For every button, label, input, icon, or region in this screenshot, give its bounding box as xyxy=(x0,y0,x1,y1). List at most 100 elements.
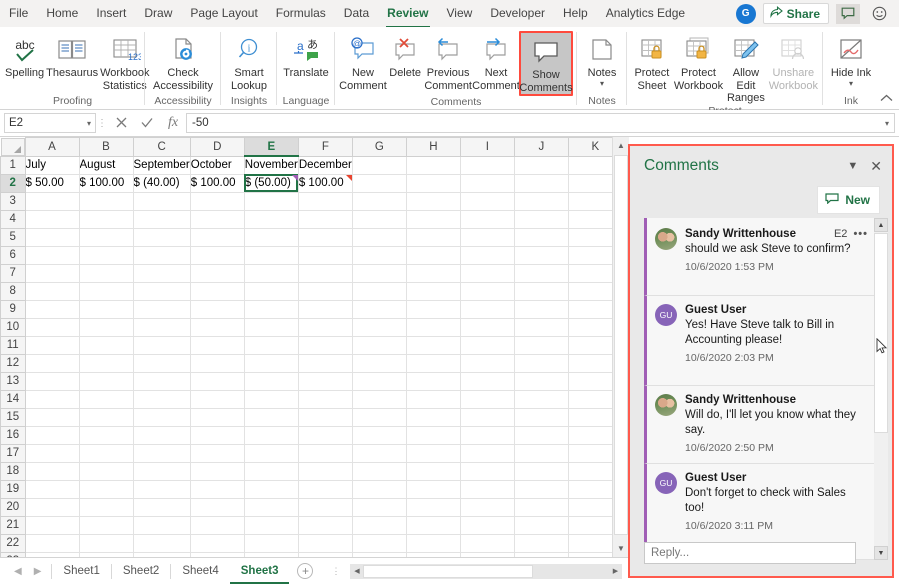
cell-b11[interactable] xyxy=(79,336,134,355)
cell-f3[interactable] xyxy=(298,192,353,211)
notes-chevron-down-icon[interactable]: ▾ xyxy=(600,79,604,88)
cell-d16[interactable] xyxy=(190,426,245,445)
column-header-f[interactable]: F xyxy=(297,137,353,157)
check-accessibility-button[interactable]: Check Accessibility xyxy=(149,31,217,92)
show-comments-button[interactable]: Show Comments xyxy=(519,31,573,96)
cell-j17[interactable] xyxy=(514,444,569,463)
cell-f11[interactable] xyxy=(298,336,353,355)
cancel-entry-button[interactable] xyxy=(108,116,134,131)
formula-input[interactable]: -50 ▾ xyxy=(186,113,895,133)
cell-d10[interactable] xyxy=(190,318,245,337)
cell-i7[interactable] xyxy=(460,264,515,283)
sheet-prev-arrow-icon[interactable]: ◀ xyxy=(14,566,22,577)
ribbon-tab-help[interactable]: Help xyxy=(554,0,597,27)
cell-i9[interactable] xyxy=(460,300,515,319)
cell-c18[interactable] xyxy=(133,462,191,481)
cell-c20[interactable] xyxy=(133,498,191,517)
formula-bar-handle[interactable]: ⋮ xyxy=(96,118,108,129)
cell-e20[interactable] xyxy=(244,498,299,517)
share-button[interactable]: Share xyxy=(762,3,829,24)
cell-h14[interactable] xyxy=(406,390,461,409)
cell-e4[interactable] xyxy=(244,210,299,229)
cell-h2[interactable] xyxy=(406,174,461,193)
sheet-tab-sheet2[interactable]: Sheet2 xyxy=(112,558,170,584)
cell-f17[interactable] xyxy=(298,444,353,463)
scroll-down-arrow-icon[interactable]: ▼ xyxy=(613,540,629,557)
cell-c13[interactable] xyxy=(133,372,191,391)
cell-a6[interactable] xyxy=(25,246,80,265)
cell-b15[interactable] xyxy=(79,408,134,427)
feedback-smiley-icon[interactable] xyxy=(867,4,891,24)
cell-d6[interactable] xyxy=(190,246,245,265)
cell-b7[interactable] xyxy=(79,264,134,283)
cell-i11[interactable] xyxy=(460,336,515,355)
cell-e18[interactable] xyxy=(244,462,299,481)
cell-i16[interactable] xyxy=(460,426,515,445)
cell-e12[interactable] xyxy=(244,354,299,373)
ribbon-tab-draw[interactable]: Draw xyxy=(135,0,181,27)
row-header-22[interactable]: 22 xyxy=(0,533,26,553)
cell-c7[interactable] xyxy=(133,264,191,283)
cell-f12[interactable] xyxy=(298,354,353,373)
cell-c5[interactable] xyxy=(133,228,191,247)
cell-i3[interactable] xyxy=(460,192,515,211)
cell-h21[interactable] xyxy=(406,516,461,535)
cell-b13[interactable] xyxy=(79,372,134,391)
cell-g16[interactable] xyxy=(352,426,407,445)
hide-ink-chevron-down-icon[interactable]: ▾ xyxy=(849,79,853,88)
ribbon-tab-review[interactable]: Review xyxy=(378,0,437,28)
cell-j21[interactable] xyxy=(514,516,569,535)
cell-c8[interactable] xyxy=(133,282,191,301)
cell-i20[interactable] xyxy=(460,498,515,517)
cell-j4[interactable] xyxy=(514,210,569,229)
cell-g19[interactable] xyxy=(352,480,407,499)
horizontal-scrollbar[interactable]: ◀ ▶ xyxy=(350,563,622,579)
cell-g10[interactable] xyxy=(352,318,407,337)
cell-e8[interactable] xyxy=(244,282,299,301)
cell-c1[interactable]: September xyxy=(133,156,191,175)
cell-e10[interactable] xyxy=(244,318,299,337)
ribbon-tab-insert[interactable]: Insert xyxy=(87,0,135,27)
cell-h8[interactable] xyxy=(406,282,461,301)
cell-b19[interactable] xyxy=(79,480,134,499)
select-all-corner[interactable] xyxy=(0,137,25,156)
spreadsheet-grid[interactable]: A B C D E F G H I J K 1 July August Sept… xyxy=(0,137,628,557)
cell-d2[interactable]: $ 100.00 xyxy=(190,174,245,193)
cell-c10[interactable] xyxy=(133,318,191,337)
cell-j19[interactable] xyxy=(514,480,569,499)
cell-i18[interactable] xyxy=(460,462,515,481)
next-comment-button[interactable]: Next Comment xyxy=(472,31,520,92)
cell-b22[interactable] xyxy=(79,534,134,553)
comments-pane-close-icon[interactable]: ✕ xyxy=(870,158,882,175)
cell-i19[interactable] xyxy=(460,480,515,499)
cell-d14[interactable] xyxy=(190,390,245,409)
cell-i6[interactable] xyxy=(460,246,515,265)
cell-a12[interactable] xyxy=(25,354,80,373)
new-comment-button[interactable]: @ New Comment xyxy=(339,31,387,92)
cell-g22[interactable] xyxy=(352,534,407,553)
sheet-bar-resize-handle[interactable]: ⋮ xyxy=(331,566,340,577)
cell-h11[interactable] xyxy=(406,336,461,355)
cell-f1[interactable]: December xyxy=(298,156,353,175)
cell-h3[interactable] xyxy=(406,192,461,211)
row-header-15[interactable]: 15 xyxy=(0,407,26,427)
row-header-5[interactable]: 5 xyxy=(0,227,26,247)
cell-g17[interactable] xyxy=(352,444,407,463)
cell-g12[interactable] xyxy=(352,354,407,373)
cell-e1[interactable]: November xyxy=(244,156,299,175)
cell-a22[interactable] xyxy=(25,534,80,553)
cell-i13[interactable] xyxy=(460,372,515,391)
row-header-18[interactable]: 18 xyxy=(0,461,26,481)
cell-j8[interactable] xyxy=(514,282,569,301)
comments-pane-scrollbar[interactable]: ▲ ▼ xyxy=(874,218,888,560)
row-header-13[interactable]: 13 xyxy=(0,371,26,391)
translate-button[interactable]: aあ Translate xyxy=(281,31,331,80)
cell-b4[interactable] xyxy=(79,210,134,229)
cell-h22[interactable] xyxy=(406,534,461,553)
column-header-d[interactable]: D xyxy=(189,137,245,157)
cell-e13[interactable] xyxy=(244,372,299,391)
cell-j10[interactable] xyxy=(514,318,569,337)
cell-c12[interactable] xyxy=(133,354,191,373)
cell-c6[interactable] xyxy=(133,246,191,265)
row-header-19[interactable]: 19 xyxy=(0,479,26,499)
